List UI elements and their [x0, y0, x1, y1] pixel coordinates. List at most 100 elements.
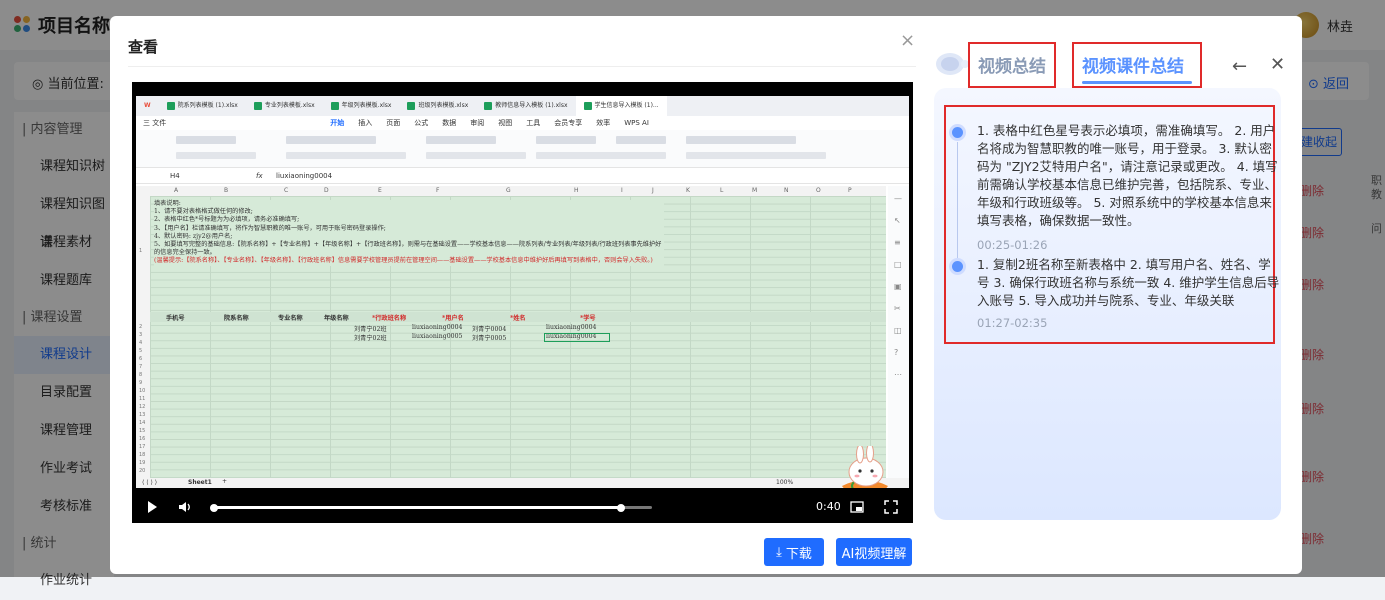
wps-doc-tab: 专业列表模板.xlsx — [246, 96, 323, 116]
instruction-line: 4、默认密码: zjy2@用户名; — [154, 232, 233, 240]
summary-content: 1. 表格中红色星号表示必填项，需准确填写。 2. 用户名将成为智慧职教的唯一账… — [934, 88, 1281, 520]
wps-menu-item: 页面 — [386, 119, 401, 127]
volume-icon[interactable] — [178, 500, 192, 514]
sheet-cell: liuxiaoning0004 — [546, 324, 597, 331]
wps-menu-item: 插入 — [358, 119, 373, 127]
play-icon[interactable] — [148, 501, 157, 513]
download-button-label: 下载 — [785, 546, 812, 562]
column-header: A — [174, 187, 179, 194]
column-header: D — [324, 187, 329, 194]
sheet-instructions: 填表说明: 1、请不要对表格格式做任何的修改; 2、表格中红色*号标题为为必填项… — [154, 200, 664, 266]
ai-bot-icon — [936, 53, 969, 75]
arrow-left-icon[interactable]: ← — [1232, 56, 1247, 77]
modal-close-icon[interactable]: × — [900, 30, 915, 51]
selected-cell — [544, 333, 610, 342]
wps-doc-tab-label: 学生信息导入模板 (1)... — [594, 102, 659, 109]
formula-bar: H4 fx liuxiaoning0004 — [136, 170, 909, 184]
cell-reference: H4 — [170, 172, 180, 180]
fx-label: fx — [256, 172, 263, 180]
current-time: 0:40 — [816, 500, 841, 513]
summary-time[interactable]: 01:27-02:35 — [977, 316, 1047, 330]
timeline-dot — [952, 261, 963, 272]
row-numbers: 1234 5678 9 10 11 12 13 14 15 16 17 18 19 20 — [136, 196, 150, 478]
fullscreen-icon[interactable] — [884, 500, 898, 514]
picture-in-picture-icon[interactable] — [850, 500, 864, 514]
summary-text: 1. 复制2班名称至新表格中 2. 填写用户名、姓名、学号 3. 确保行政班名称… — [977, 257, 1280, 308]
column-header: M — [752, 187, 758, 194]
highlight-box — [1072, 42, 1202, 88]
rabbit-mascot-icon — [842, 446, 888, 488]
column-header: J — [652, 187, 654, 194]
wps-doc-tab: 年级列表模板.xlsx — [323, 96, 400, 116]
instruction-line: 3、【用户名】栏请准确填写，将作为智慧职教的唯一账号，可用于账号密码登录操作; — [154, 224, 386, 232]
download-button[interactable]: ⤓ 下载 — [764, 538, 824, 566]
wps-menu-item: 审阅 — [470, 119, 485, 127]
wps-menu-bar: 三 文件 开始 插入 页面 公式 数据 审阅 视图 工具 会员专享 效率 WPS… — [136, 116, 909, 130]
column-header: K — [686, 187, 690, 194]
modal-title: 查看 — [128, 38, 159, 56]
highlight-box — [968, 42, 1056, 88]
wps-menu-item: 效率 — [596, 119, 611, 127]
wps-doc-tab-label: 教师信息导入模板 (1).xlsx — [495, 102, 568, 109]
wps-doc-tab: 班级列表模板.xlsx — [399, 96, 476, 116]
sheet-cell: 刘青宁02班 — [354, 335, 387, 342]
column-header: O — [816, 187, 821, 194]
wps-doc-tab: 教师信息导入模板 (1).xlsx — [476, 96, 575, 116]
sheet-header-cell: 年级名称 — [324, 315, 349, 322]
sheet-cell: 刘青宁0004 — [472, 326, 507, 333]
video-player[interactable]: W 院系列表模板 (1).xlsx 专业列表模板.xlsx 年级列表模板.xls… — [132, 82, 913, 523]
column-headers: A B C D E F G H I J K L M N O P — [136, 186, 886, 196]
timeline-line — [957, 142, 958, 260]
summary-panel-header: 视频总结 视频课件总结 ← ✕ — [934, 34, 1294, 88]
column-header: L — [720, 187, 724, 194]
sheet-header-cell: 院系名称 — [224, 315, 249, 322]
wps-menu-item: 会员专享 — [554, 119, 583, 127]
progress-start-knob[interactable] — [210, 503, 218, 512]
sheet-cell: 刘青宁02班 — [354, 326, 387, 333]
wps-menu-item-active: 开始 — [330, 119, 345, 127]
progress-fill — [212, 506, 622, 509]
wps-doc-tab-label: 院系列表模板 (1).xlsx — [177, 102, 238, 109]
sheet-header-cell: 专业名称 — [278, 315, 303, 322]
view-modal: 查看 × W 院系列表模板 (1).xlsx 专业列表模板.xlsx 年级列表模… — [110, 16, 1302, 574]
wps-tab-bar: W 院系列表模板 (1).xlsx 专业列表模板.xlsx 年级列表模板.xls… — [136, 96, 909, 116]
divider — [128, 66, 916, 67]
instruction-warning: (温馨提示:【院系名称】、【专业名称】、【年级名称】、【行政班名称】信息需要学校… — [154, 257, 653, 265]
wps-menu-item: 工具 — [526, 119, 541, 127]
close-icon[interactable]: ✕ — [1270, 54, 1285, 75]
wps-doc-tab-label: 专业列表模板.xlsx — [264, 102, 315, 109]
column-header: I — [621, 187, 623, 194]
video-frame: W 院系列表模板 (1).xlsx 专业列表模板.xlsx 年级列表模板.xls… — [136, 96, 909, 488]
sheet-header-cell: *用户名 — [442, 315, 464, 322]
column-header: G — [506, 187, 511, 194]
sheet-header-cell: *学号 — [580, 315, 596, 322]
download-icon: ⤓ — [776, 544, 782, 560]
timeline-dot — [952, 127, 963, 138]
instruction-line: 5、如要填写完整的基础信息:【院系名称】+【专业名称】+【年级名称】+【行政班名… — [154, 241, 662, 257]
summary-text: 1. 表格中红色星号表示必填项，需准确填写。 2. 用户名将成为智慧职教的唯一账… — [977, 123, 1278, 228]
sheet-header-cell: *行政班名称 — [372, 315, 407, 322]
wps-doc-tab-label: 年级列表模板.xlsx — [341, 102, 392, 109]
sheet-tab: Sheet1 — [188, 479, 212, 486]
wps-doc-tab: 院系列表模板 (1).xlsx — [159, 96, 246, 116]
sheet-cell: liuxiaoning0004 — [412, 324, 463, 331]
column-header: N — [784, 187, 789, 194]
progress-knob[interactable] — [617, 503, 626, 512]
zoom-level: 100% — [776, 479, 794, 486]
sheet-tab-bar: ⟨ ⟨ ⟩ ⟩ Sheet1 + 100% — [136, 478, 909, 488]
sheet-header-row: 手机号 院系名称 专业名称 年级名称 *行政班名称 *用户名 *姓名 *学号 — [150, 312, 886, 322]
column-header: F — [436, 187, 440, 194]
sheet-header-cell: *姓名 — [510, 315, 526, 322]
wps-logo-icon: W — [144, 102, 151, 109]
column-header: E — [378, 187, 382, 194]
video-controls: 0:40 — [132, 492, 913, 523]
wps-doc-tab-label: 班级列表模板.xlsx — [418, 102, 469, 109]
summary-time[interactable]: 00:25-01:26 — [977, 238, 1047, 252]
progress-bar[interactable] — [210, 503, 652, 512]
wps-ribbon — [136, 130, 909, 168]
column-header: H — [574, 187, 579, 194]
column-header: B — [224, 187, 229, 194]
ai-video-understanding-button[interactable]: AI视频理解 — [836, 538, 912, 566]
wps-menu-item: 三 文件 — [143, 119, 167, 127]
sheet-header-cell: 手机号 — [166, 315, 185, 322]
